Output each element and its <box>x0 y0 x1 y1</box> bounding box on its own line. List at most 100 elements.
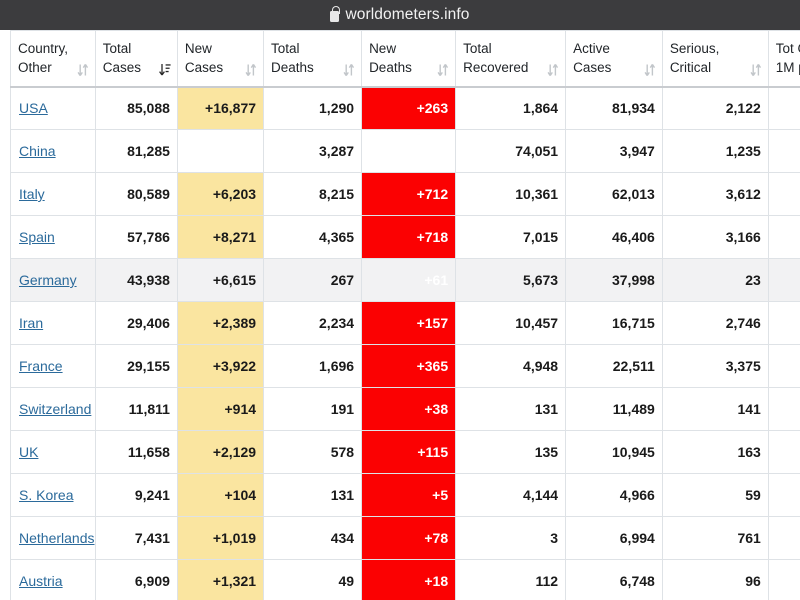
coronavirus-country-table: Country, Other Total Cases New Cases Total Deat… <box>10 30 800 600</box>
cell-serious-critical: 2,746 <box>661 301 769 345</box>
cell-new-deaths: +263 <box>361 86 457 130</box>
cell-total-cases: 29,406 <box>94 301 178 345</box>
column-header-line2: Cases <box>102 60 142 75</box>
cell-total-deaths: 191 <box>263 387 363 431</box>
cell-country: UK <box>10 430 96 474</box>
country-link[interactable]: USA <box>19 100 48 116</box>
sort-toggle-icon[interactable] <box>644 63 656 77</box>
cell-country: Germany <box>10 258 96 302</box>
cell-active-cases: 4,966 <box>565 473 663 517</box>
country-link[interactable]: Germany <box>19 272 77 288</box>
country-link[interactable]: Italy <box>19 186 45 202</box>
sort-toggle-icon[interactable] <box>343 63 355 77</box>
cell-serious-critical: 761 <box>661 516 769 560</box>
column-header-line1: New <box>369 41 397 56</box>
column-header-7[interactable]: Active Cases <box>565 30 663 88</box>
column-header-6[interactable]: Total Recovered <box>455 30 567 88</box>
country-link[interactable]: UK <box>19 444 38 460</box>
cell-total-deaths: 1,696 <box>263 344 363 388</box>
cell-new-deaths <box>361 129 457 173</box>
country-link[interactable]: Iran <box>19 315 43 331</box>
column-header-2[interactable]: Total Cases <box>94 30 178 88</box>
sort-toggle-icon[interactable] <box>245 63 257 77</box>
table-row[interactable]: Austria6,909+1,32149+181126,748967675 <box>10 559 800 600</box>
cell-new-cases <box>176 129 265 173</box>
cell-active-cases: 6,748 <box>565 559 663 600</box>
cell-active-cases: 3,947 <box>565 129 663 173</box>
cell-new-deaths: +718 <box>361 215 457 259</box>
cell-total-recovered: 1,864 <box>455 86 567 130</box>
sort-toggle-icon[interactable] <box>547 63 559 77</box>
table-row[interactable]: France 29,155 +3,922 1,696 +365 4,948 22,511 3,… <box>10 344 800 388</box>
cell-total-deaths: 3,287 <box>263 129 363 173</box>
table-row[interactable]: UK11,658+2,129578+11513510,9451631729 <box>10 430 800 474</box>
cell-active-cases: 11,489 <box>565 387 663 431</box>
country-link[interactable]: S. Korea <box>19 487 73 503</box>
cell-active-cases: 46,406 <box>565 215 663 259</box>
column-header-9[interactable]: Tot Cases/1M pop <box>767 30 800 88</box>
country-link[interactable]: China <box>19 143 56 159</box>
table-row[interactable]: Netherlands7,431+1,019434+7836,994761434… <box>10 516 800 560</box>
column-header-3[interactable]: New Cases <box>176 30 265 88</box>
country-link[interactable]: France <box>19 358 63 374</box>
cell-country: China <box>10 129 96 173</box>
browser-url-bar[interactable]: worldometers.info <box>0 0 800 30</box>
column-header-line2: Recovered <box>463 60 529 75</box>
column-header-1[interactable]: Country, Other <box>10 30 96 88</box>
cell-total-cases: 11,811 <box>94 387 178 431</box>
sort-toggle-icon[interactable] <box>77 63 89 77</box>
column-header-4[interactable]: Total Deaths <box>263 30 363 88</box>
cell-new-deaths: +157 <box>361 301 457 345</box>
cell-tot-cases-per-million: 434 <box>767 516 800 560</box>
cell-tot-cases-per-million: 180 <box>767 473 800 517</box>
cell-active-cases: 37,998 <box>565 258 663 302</box>
country-link[interactable]: Netherlands <box>19 530 94 546</box>
table-row[interactable]: Iran 29,406 +2,389 2,234 +157 10,457 16,715 2,7… <box>10 301 800 345</box>
cell-tot-cases-per-million: 1,365 <box>767 387 800 431</box>
country-link[interactable]: Switzerland <box>19 401 91 417</box>
cell-country: France <box>10 344 96 388</box>
cell-new-cases: +104 <box>176 473 265 517</box>
country-link[interactable]: Austria <box>19 573 63 589</box>
column-header-8[interactable]: Serious, Critical <box>661 30 769 88</box>
column-header-line2: Deaths <box>369 60 412 75</box>
cell-new-deaths: +78 <box>361 516 457 560</box>
column-header-line2: Other <box>18 60 52 75</box>
cell-serious-critical: 3,612 <box>661 172 769 216</box>
cell-total-deaths: 2,234 <box>263 301 363 345</box>
cell-total-cases: 85,088 <box>94 86 178 130</box>
cell-serious-critical: 59 <box>661 473 769 517</box>
cell-tot-cases-per-million: 1,333 <box>767 172 800 216</box>
cell-total-recovered: 10,361 <box>455 172 567 216</box>
table-row[interactable]: S. Korea9,241+104131+54,1444,966591803 <box>10 473 800 517</box>
cell-new-cases: +16,877 <box>176 86 265 130</box>
table-row[interactable]: Italy 80,589 +6,203 8,215 +712 10,361 62,013 3,… <box>10 172 800 216</box>
column-header-line2: Critical <box>669 60 712 75</box>
table-row[interactable]: China81,2853,28774,0513,9471,235562 <box>10 129 800 173</box>
cell-new-cases: +8,271 <box>176 215 265 259</box>
table-row[interactable]: Germany 43,938+6,615267+615,67337,9982352… <box>10 258 800 302</box>
cell-serious-critical: 1,235 <box>661 129 769 173</box>
cell-tot-cases-per-million: 447 <box>767 344 800 388</box>
column-header-line2: Cases <box>184 60 224 75</box>
table-row[interactable]: USA 85,088 +16,877 1,290 +263 1,864 81,934 2,12… <box>10 86 800 130</box>
cell-active-cases: 6,994 <box>565 516 663 560</box>
cell-new-deaths: +115 <box>361 430 457 474</box>
table-row[interactable]: Switzerland11,811+914191+3813111,4891411… <box>10 387 800 431</box>
country-link[interactable]: Spain <box>19 229 55 245</box>
table-scroll-container[interactable]: Country, Other Total Cases New Cases Total Deat… <box>0 30 800 600</box>
cell-total-cases: 29,155 <box>94 344 178 388</box>
cell-country: Iran <box>10 301 96 345</box>
sort-descending-icon[interactable] <box>158 63 171 77</box>
cell-tot-cases-per-million: 257 <box>767 86 800 130</box>
cell-total-recovered: 5,673 <box>455 258 567 302</box>
sort-toggle-icon[interactable] <box>437 63 449 77</box>
sort-toggle-icon[interactable] <box>750 63 762 77</box>
column-header-5[interactable]: New Deaths <box>361 30 457 88</box>
table-row[interactable]: Spain 57,786 +8,271 4,365 +718 7,015 46,406 3,1… <box>10 215 800 259</box>
cell-serious-critical: 163 <box>661 430 769 474</box>
cell-country: S. Korea <box>10 473 96 517</box>
cell-new-deaths: +61 <box>361 258 457 302</box>
cell-country: Italy <box>10 172 96 216</box>
cell-new-cases: +2,389 <box>176 301 265 345</box>
